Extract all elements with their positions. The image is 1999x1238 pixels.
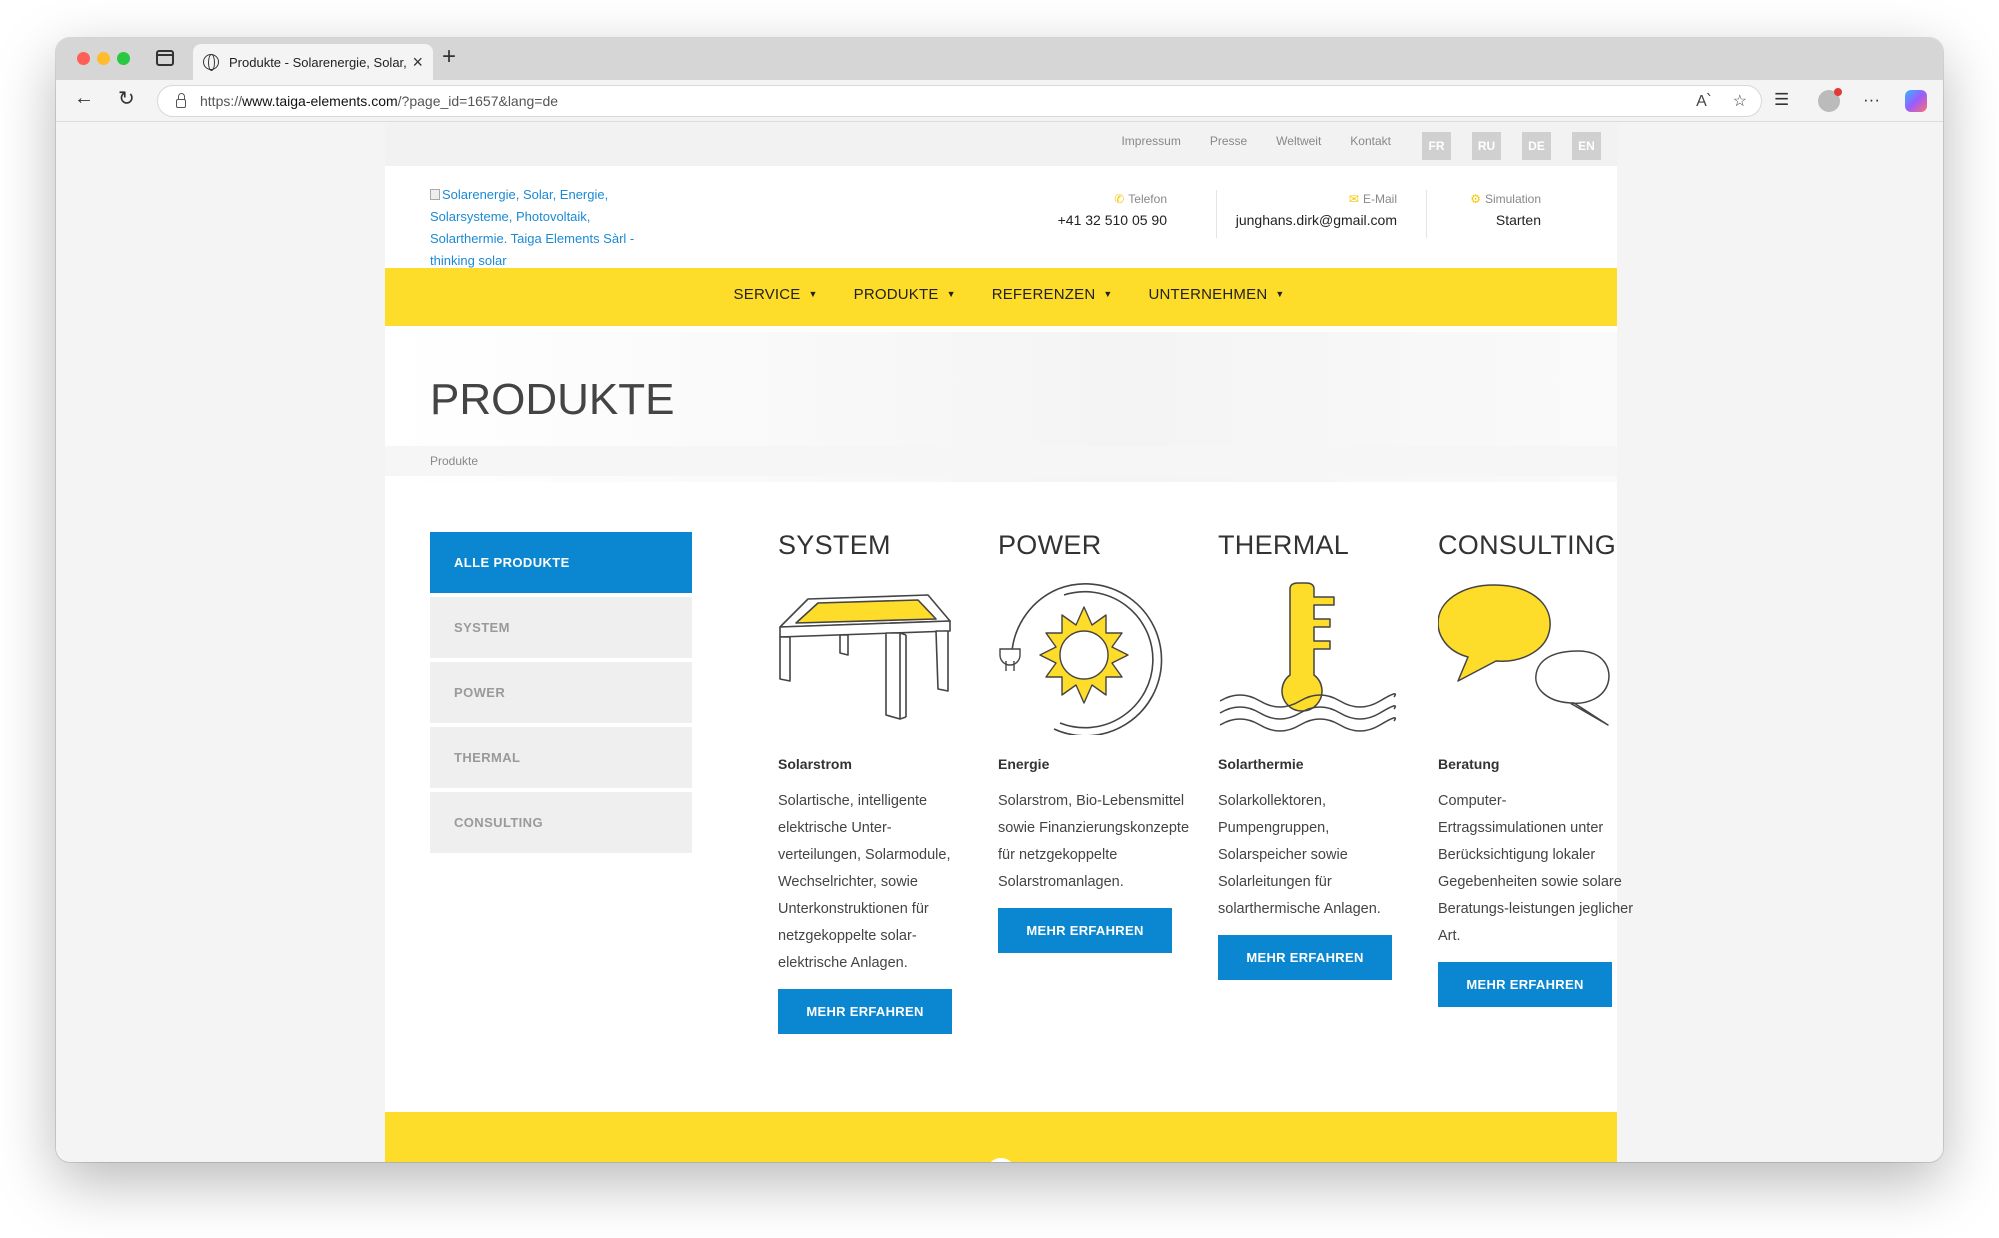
product-card-consulting: CONSULTING Beratung Computer-Ertragssimu… bbox=[1437, 530, 1633, 1007]
top-utility-bar: Impressum Presse Weltweit Kontakt FR RU … bbox=[385, 122, 1617, 166]
url-text: https://www.taiga-elements.com/?page_id=… bbox=[200, 93, 559, 109]
mehr-erfahren-power-button[interactable]: MEHR ERFAHREN bbox=[998, 908, 1172, 953]
favorites-list-icon[interactable]: ☰ bbox=[1774, 90, 1789, 110]
contact-email[interactable]: ✉ E-Mail junghans.dirk@gmail.com bbox=[1236, 192, 1397, 228]
speech-bubbles-icon bbox=[1437, 584, 1610, 726]
link-presse[interactable]: Presse bbox=[1210, 134, 1247, 148]
lang-fr-button[interactable]: FR bbox=[1422, 132, 1451, 160]
page-viewport: Impressum Presse Weltweit Kontakt FR RU … bbox=[56, 122, 1943, 1162]
mail-icon: ✉ bbox=[1348, 192, 1359, 206]
product-card-system: SYSTEM Solarstrom Solartische, intellige… bbox=[778, 530, 968, 1034]
product-title: CONSULTING bbox=[1438, 530, 1617, 560]
close-window-button[interactable] bbox=[77, 52, 90, 65]
browser-toolbar: ← ↻ https://www.taiga-elements.com/?page… bbox=[56, 80, 1943, 122]
thermometer-waves-icon bbox=[1219, 582, 1397, 732]
product-description: Solartische, intelligente elektrische Un… bbox=[778, 793, 951, 971]
filter-consulting[interactable]: CONSULTING bbox=[430, 792, 692, 853]
menu-unternehmen[interactable]: UNTERNEHMEN ▼ bbox=[1148, 286, 1284, 303]
product-filter-sidebar: ALLE PRODUKTE SYSTEM POWER THERMAL CONSU… bbox=[430, 532, 692, 857]
product-subtitle: Energie bbox=[998, 756, 1050, 772]
filter-power[interactable]: POWER bbox=[430, 662, 692, 723]
address-bar[interactable]: https://www.taiga-elements.com/?page_id=… bbox=[157, 85, 1762, 117]
product-description: Solarstrom, Bio-Lebensmittel sowie Finan… bbox=[998, 793, 1190, 890]
profile-avatar[interactable] bbox=[1818, 88, 1842, 112]
back-icon[interactable]: ← bbox=[74, 88, 94, 108]
globe-icon bbox=[203, 54, 219, 71]
product-description: Solarkollektoren, Pumpengruppen, Solarsp… bbox=[1218, 793, 1381, 917]
menu-referenzen[interactable]: REFERENZEN ▼ bbox=[992, 286, 1113, 303]
browser-tab[interactable]: Produkte - Solarenergie, Solar, × bbox=[193, 44, 433, 80]
read-aloud-icon[interactable]: A՝ bbox=[1696, 91, 1710, 111]
product-subtitle: Solarstrom bbox=[778, 756, 852, 772]
contact-phone[interactable]: ✆ Telefon +41 32 510 05 90 bbox=[1058, 192, 1167, 228]
breadcrumb[interactable]: Produkte bbox=[430, 454, 478, 468]
contact-simulation[interactable]: ⚙ Simulation Starten bbox=[1470, 192, 1541, 228]
filter-all-products[interactable]: ALLE PRODUKTE bbox=[430, 532, 692, 593]
divider bbox=[1216, 190, 1217, 238]
gears-icon: ⚙ bbox=[1470, 192, 1481, 206]
footer-band bbox=[385, 1112, 1617, 1162]
product-description: Computer-Ertragssimulationen unter Berüc… bbox=[1438, 793, 1634, 944]
phone-icon: ✆ bbox=[1114, 192, 1125, 206]
more-menu-icon[interactable]: ··· bbox=[1863, 90, 1880, 110]
copilot-icon[interactable] bbox=[1905, 90, 1927, 112]
menu-service[interactable]: SERVICE ▼ bbox=[734, 286, 818, 303]
broken-image-icon bbox=[430, 189, 440, 200]
sun-plug-icon bbox=[999, 583, 1163, 737]
solar-table-icon bbox=[779, 594, 951, 720]
tab-overview-icon[interactable] bbox=[156, 50, 174, 66]
menu-produkte[interactable]: PRODUKTE ▼ bbox=[854, 286, 956, 303]
lang-de-button[interactable]: DE bbox=[1522, 132, 1551, 160]
favorite-star-icon[interactable]: ☆ bbox=[1733, 91, 1747, 111]
main-menu: SERVICE ▼ PRODUKTE ▼ REFERENZEN ▼ UNTERNEHM… bbox=[385, 286, 1617, 303]
product-card-thermal: THERMAL Solarthermie Solarkollektoren, P… bbox=[1218, 530, 1408, 980]
divider bbox=[1426, 190, 1427, 238]
reload-icon[interactable]: ↻ bbox=[118, 89, 135, 109]
mehr-erfahren-consulting-button[interactable]: MEHR ERFAHREN bbox=[1438, 962, 1612, 1007]
product-title: THERMAL bbox=[1218, 530, 1350, 560]
caret-down-icon: ▼ bbox=[946, 289, 956, 299]
mehr-erfahren-thermal-button[interactable]: MEHR ERFAHREN bbox=[1218, 935, 1392, 980]
maximize-window-button[interactable] bbox=[117, 52, 130, 65]
caret-down-icon: ▼ bbox=[808, 289, 818, 299]
breadcrumb-bar: Produkte bbox=[385, 446, 1617, 476]
lang-en-button[interactable]: EN bbox=[1572, 132, 1601, 160]
caret-down-icon: ▼ bbox=[1275, 289, 1285, 299]
filter-system[interactable]: SYSTEM bbox=[430, 597, 692, 658]
filter-thermal[interactable]: THERMAL bbox=[430, 727, 692, 788]
product-subtitle: Beratung bbox=[1438, 756, 1500, 772]
product-title: POWER bbox=[998, 530, 1102, 560]
caret-down-icon: ▼ bbox=[1103, 289, 1113, 299]
product-card-power: POWER Energie Solarstrom, Bio-Lebensmitt… bbox=[998, 530, 1189, 953]
minimize-window-button[interactable] bbox=[97, 52, 110, 65]
product-subtitle: Solarthermie bbox=[1218, 756, 1304, 772]
link-weltweit[interactable]: Weltweit bbox=[1276, 134, 1321, 148]
new-tab-icon[interactable]: + bbox=[442, 45, 456, 69]
link-impressum[interactable]: Impressum bbox=[1121, 134, 1180, 148]
lang-ru-button[interactable]: RU bbox=[1472, 132, 1501, 160]
tab-title: Produkte - Solarenergie, Solar, bbox=[229, 54, 407, 70]
lock-icon bbox=[176, 92, 186, 108]
product-title: SYSTEM bbox=[778, 530, 891, 560]
title-bar: Produkte - Solarenergie, Solar, × + bbox=[56, 38, 1943, 80]
page-hero: PRODUKTE Produkte bbox=[385, 332, 1617, 482]
mehr-erfahren-system-button[interactable]: MEHR ERFAHREN bbox=[778, 989, 952, 1034]
page-title: PRODUKTE bbox=[430, 375, 675, 424]
site-container: Impressum Presse Weltweit Kontakt FR RU … bbox=[385, 122, 1633, 1162]
link-kontakt[interactable]: Kontakt bbox=[1350, 134, 1391, 148]
browser-window: Produkte - Solarenergie, Solar, × + ← ↻ … bbox=[56, 38, 1943, 1162]
tab-close-icon[interactable]: × bbox=[412, 53, 423, 71]
